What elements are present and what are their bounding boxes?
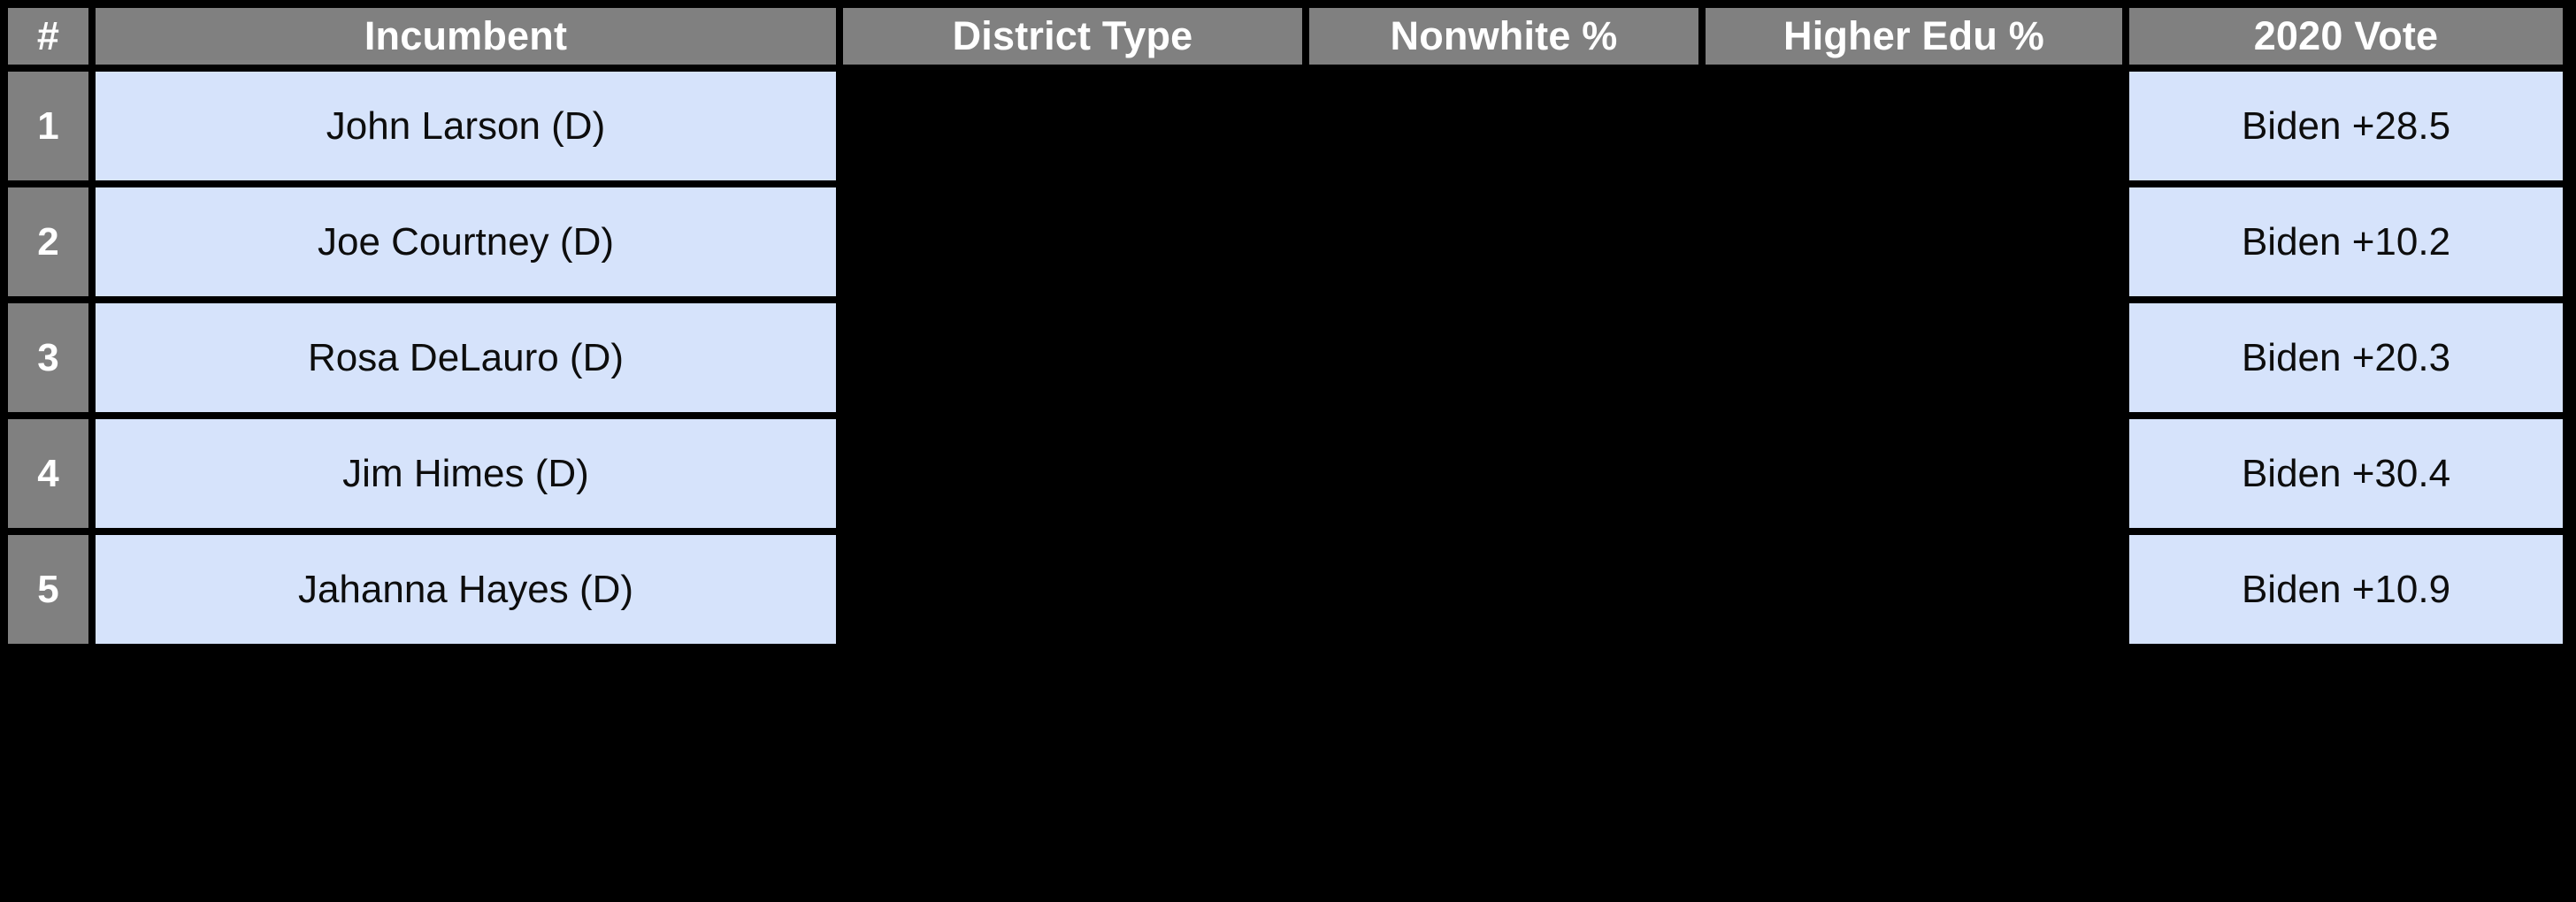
cell-district-type — [840, 300, 1306, 416]
cell-higher-edu-pct — [1702, 531, 2126, 647]
table-row: 4 Jim Himes (D) Biden +30.4 — [4, 416, 2566, 531]
cell-nonwhite-pct — [1306, 531, 1702, 647]
cell-2020-vote: Biden +30.4 — [2126, 416, 2566, 531]
cell-district-type — [840, 531, 1306, 647]
cell-higher-edu-pct — [1702, 184, 2126, 300]
column-header-incumbent[interactable]: Incumbent — [92, 4, 840, 68]
table-header: # Incumbent District Type Nonwhite % Hig… — [4, 4, 2566, 68]
cell-nonwhite-pct — [1306, 68, 1702, 184]
cell-row-number: 1 — [4, 68, 92, 184]
table-body: 1 John Larson (D) Biden +28.5 2 Joe Cour… — [4, 68, 2566, 647]
cell-nonwhite-pct — [1306, 300, 1702, 416]
cell-district-type — [840, 416, 1306, 531]
cell-incumbent: Jim Himes (D) — [92, 416, 840, 531]
table-row: 3 Rosa DeLauro (D) Biden +20.3 — [4, 300, 2566, 416]
cell-row-number: 4 — [4, 416, 92, 531]
table-row: 2 Joe Courtney (D) Biden +10.2 — [4, 184, 2566, 300]
cell-incumbent: Rosa DeLauro (D) — [92, 300, 840, 416]
cell-higher-edu-pct — [1702, 68, 2126, 184]
cell-nonwhite-pct — [1306, 184, 1702, 300]
cell-district-type — [840, 68, 1306, 184]
cell-2020-vote: Biden +28.5 — [2126, 68, 2566, 184]
table-row: 1 John Larson (D) Biden +28.5 — [4, 68, 2566, 184]
cell-incumbent: John Larson (D) — [92, 68, 840, 184]
cell-higher-edu-pct — [1702, 416, 2126, 531]
column-header-district-type[interactable]: District Type — [840, 4, 1306, 68]
cell-district-type — [840, 184, 1306, 300]
cell-incumbent: Jahanna Hayes (D) — [92, 531, 840, 647]
cell-row-number: 2 — [4, 184, 92, 300]
cell-2020-vote: Biden +10.2 — [2126, 184, 2566, 300]
cell-incumbent: Joe Courtney (D) — [92, 184, 840, 300]
column-header-nonwhite-pct[interactable]: Nonwhite % — [1306, 4, 1702, 68]
column-header-higher-edu-pct[interactable]: Higher Edu % — [1702, 4, 2126, 68]
column-header-number[interactable]: # — [4, 4, 92, 68]
cell-2020-vote: Biden +10.9 — [2126, 531, 2566, 647]
table-row: 5 Jahanna Hayes (D) Biden +10.9 — [4, 531, 2566, 647]
cell-row-number: 5 — [4, 531, 92, 647]
cell-row-number: 3 — [4, 300, 92, 416]
table-header-row: # Incumbent District Type Nonwhite % Hig… — [4, 4, 2566, 68]
districts-table: # Incumbent District Type Nonwhite % Hig… — [4, 4, 2566, 647]
cell-higher-edu-pct — [1702, 300, 2126, 416]
cell-2020-vote: Biden +20.3 — [2126, 300, 2566, 416]
screenshot-root: # Incumbent District Type Nonwhite % Hig… — [0, 0, 2576, 902]
column-header-2020-vote[interactable]: 2020 Vote — [2126, 4, 2566, 68]
cell-nonwhite-pct — [1306, 416, 1702, 531]
